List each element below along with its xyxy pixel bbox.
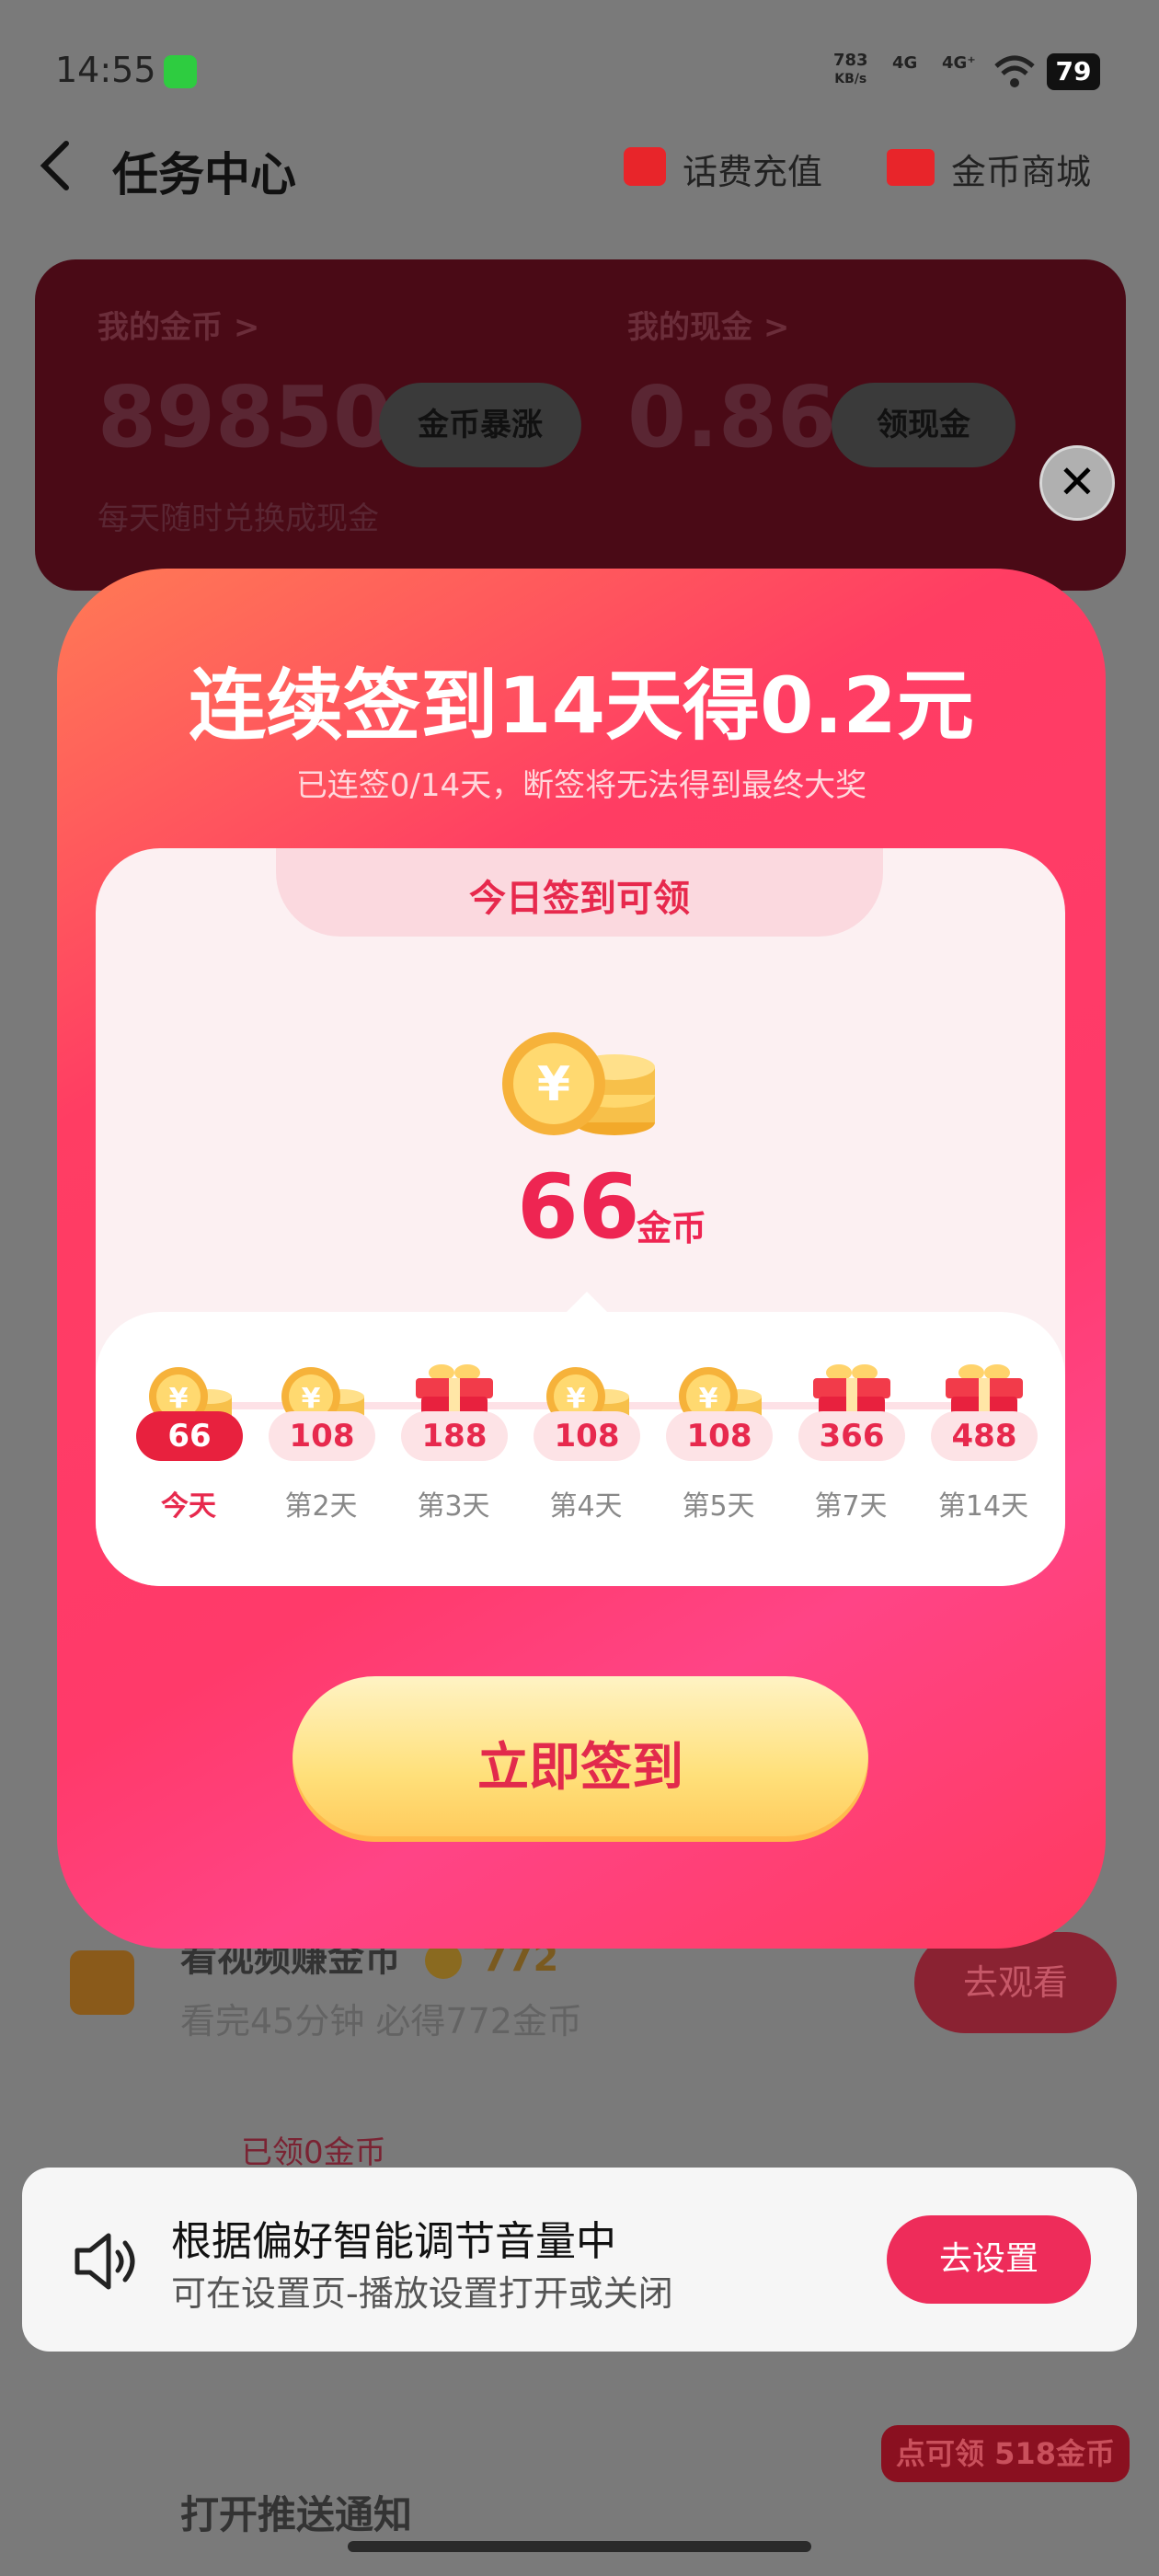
network-speed: 783 KB/s [833, 52, 868, 88]
checkin-day: 188 第3天 [394, 1360, 513, 1523]
day-reward-amount: 188 [401, 1411, 508, 1461]
days-strip-pointer [565, 1292, 609, 1314]
speaker-icon [75, 2233, 135, 2290]
day-label: 今天 [161, 1490, 216, 1523]
day-reward-amount: 366 [798, 1411, 905, 1461]
svg-text:¥: ¥ [302, 1383, 321, 1415]
day-label: 第7天 [814, 1490, 888, 1523]
lightning-icon [624, 147, 666, 186]
phone-recharge-link[interactable]: 话费充值 [683, 144, 822, 194]
coins-boost-badge[interactable]: 金币暴涨 [379, 383, 581, 467]
claim-cash-button[interactable]: 领现金 [832, 383, 1016, 467]
close-modal-button[interactable]: ✕ [1039, 445, 1115, 521]
coin-stack-icon: ¥ [502, 1032, 655, 1135]
signal-sim2: 4G⁺ [942, 53, 976, 73]
coin-mall-link[interactable]: 金币商城 [951, 144, 1091, 194]
my-cash-link[interactable]: 我的现金 > [627, 302, 789, 347]
video-camera-icon [70, 1950, 134, 2015]
day-reward-amount: 488 [931, 1411, 1038, 1461]
toast-title: 根据偏好智能调节音量中 [171, 2218, 616, 2265]
modal-title: 连续签到14天得0.2元 [189, 661, 974, 751]
svg-text:¥: ¥ [699, 1383, 718, 1415]
day-label: 第3天 [417, 1490, 490, 1523]
day-label: 第2天 [284, 1490, 358, 1523]
checkin-day: ¥108 第5天 [659, 1360, 778, 1523]
cash-value: 0.86 [627, 368, 836, 466]
checkin-day: ¥108 第2天 [261, 1360, 381, 1523]
day-reward-amount: 66 [136, 1411, 243, 1461]
coins-value: 89850 [98, 368, 393, 466]
checkin-day: ¥108 第4天 [526, 1360, 646, 1523]
page-title: 任务中心 [112, 148, 296, 201]
wifi-icon [994, 55, 1035, 87]
back-arrow-icon[interactable] [37, 138, 74, 193]
go-settings-button[interactable]: 去设置 [887, 2215, 1091, 2304]
day-label: 第14天 [937, 1490, 1029, 1523]
checkin-button-label[interactable]: 立即签到 [293, 1726, 868, 1800]
checkin-day: 488 第14天 [924, 1360, 1043, 1523]
reward-unit: 金币 [637, 1208, 707, 1248]
claimed-coins-chip: 已领0金币 [241, 2134, 386, 2171]
checkin-day: 366 第7天 [791, 1360, 911, 1523]
day-label: 第4天 [549, 1490, 623, 1523]
day-reward-amount: 108 [269, 1411, 375, 1461]
status-time: 14:55 [55, 50, 156, 90]
day-reward-amount: 108 [534, 1411, 640, 1461]
my-coins-link[interactable]: 我的金币 > [98, 302, 259, 347]
svg-text:¥: ¥ [169, 1383, 189, 1415]
push-notification-task-title: 打开推送通知 [180, 2492, 413, 2537]
day-reward-amount: 108 [666, 1411, 773, 1461]
today-tab-label: 今日签到可领 [469, 878, 690, 920]
battery-level: 79 [1047, 53, 1100, 90]
reward-amount: 66 [517, 1156, 640, 1259]
watch-video-task-desc: 看完45分钟 必得772金币 [180, 2001, 582, 2041]
phone-call-icon [164, 55, 197, 88]
wallet-note: 每天随时兑换成现金 [98, 500, 379, 537]
home-indicator[interactable] [348, 2541, 811, 2552]
yen-ticket-icon [887, 149, 935, 186]
svg-text:¥: ¥ [567, 1383, 586, 1415]
modal-subtitle: 已连签0/14天，断签将无法得到最终大奖 [295, 767, 867, 804]
claimable-reward-chip[interactable]: 点可领 518金币 [881, 2425, 1130, 2482]
checkin-day: ¥66 今天 [129, 1360, 248, 1523]
network-speed-value: 783 [833, 51, 868, 70]
svg-text:¥: ¥ [537, 1057, 570, 1112]
toast-subtitle: 可在设置页-播放设置打开或关闭 [171, 2273, 673, 2314]
day-label: 第5天 [682, 1490, 755, 1523]
signal-sim1: 4G [892, 53, 918, 73]
network-speed-unit: KB/s [834, 72, 867, 86]
